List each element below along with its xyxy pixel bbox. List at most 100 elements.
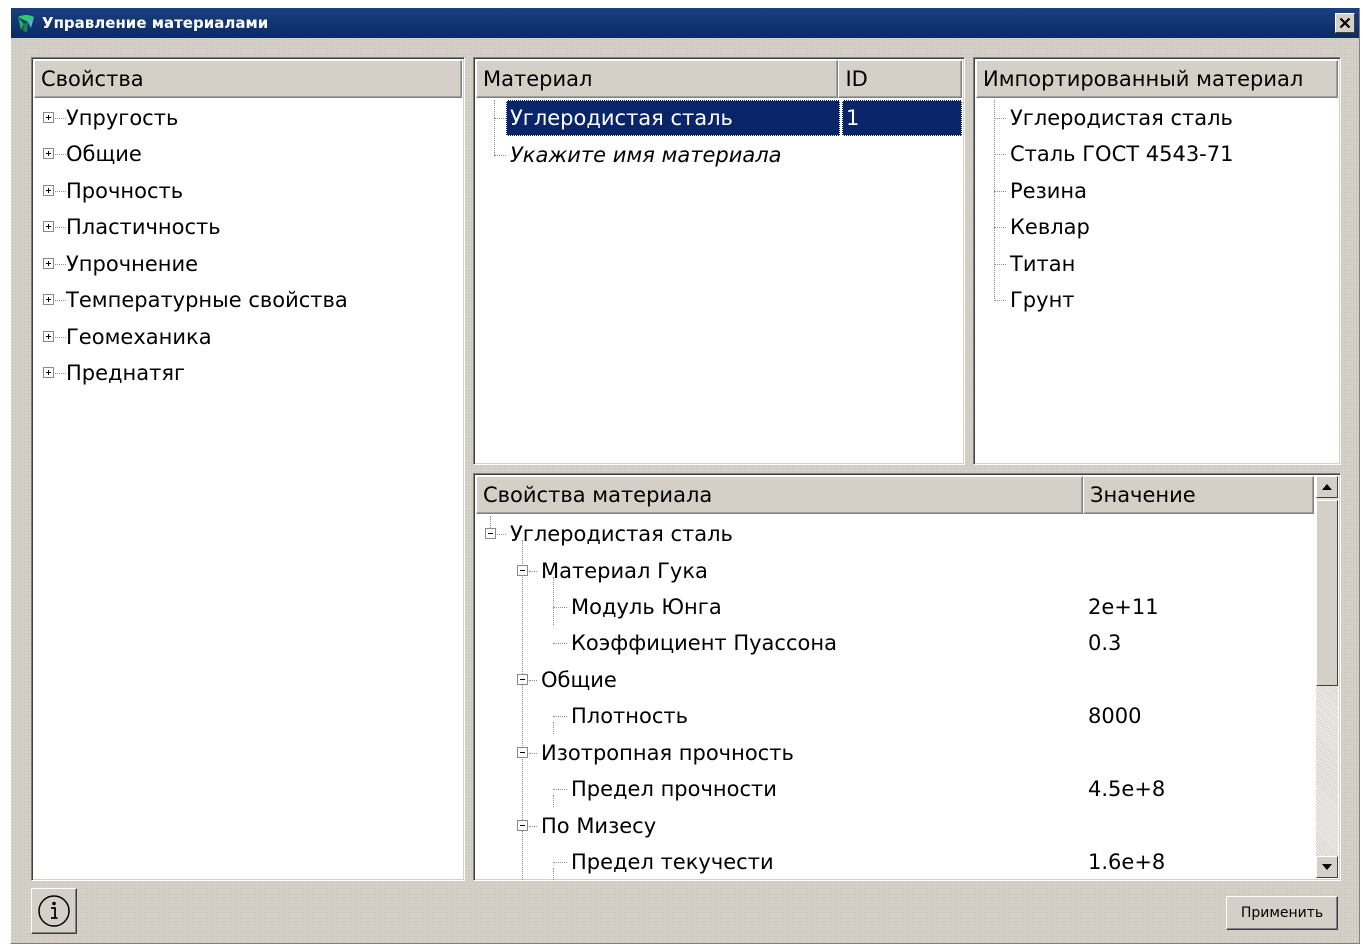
scroll-down-arrow-icon — [1322, 864, 1332, 870]
prop-label: Предел прочности — [571, 777, 777, 801]
material-row[interactable]: Углеродистая сталь 1 — [476, 100, 962, 136]
prop-row-ultimate-strength[interactable]: Предел прочности 4.5e+8 — [476, 771, 1314, 807]
vertical-scrollbar[interactable] — [1316, 476, 1338, 878]
tree-item-plasticity[interactable]: Пластичность — [34, 209, 462, 245]
imported-item[interactable]: Сталь ГОСТ 4543-71 — [976, 136, 1338, 172]
materials-panel: Материал ID Углеродистая сталь 1 Укажите… — [473, 57, 965, 465]
tree-item-label: Температурные свойства — [66, 288, 348, 312]
scroll-down-button[interactable] — [1316, 856, 1338, 878]
minus-expander-icon[interactable] — [517, 820, 528, 831]
imported-materials-list: Углеродистая сталь Сталь ГОСТ 4543-71 Ре… — [976, 100, 1338, 462]
materials-dialog: Управление материалами Свойства Упругост… — [10, 8, 1360, 944]
tree-item-hardening[interactable]: Упрочнение — [34, 246, 462, 282]
materials-list: Углеродистая сталь 1 Укажите имя материа… — [476, 100, 962, 462]
prop-row-poisson[interactable]: Коэффициент Пуассона 0.3 — [476, 625, 1314, 661]
tree-item-strength[interactable]: Прочность — [34, 173, 462, 209]
prop-value[interactable]: 2e+11 — [1088, 589, 1159, 625]
imported-item-label: Кевлар — [1010, 215, 1090, 239]
id-column-header[interactable]: ID — [838, 60, 962, 98]
imported-item[interactable]: Грунт — [976, 282, 1338, 318]
plus-expander-icon[interactable] — [43, 258, 54, 269]
info-button[interactable] — [31, 888, 77, 934]
tree-item-label: Упрочнение — [66, 252, 199, 276]
close-button[interactable] — [1335, 13, 1355, 33]
info-icon — [38, 895, 70, 927]
imported-item[interactable]: Титан — [976, 246, 1338, 282]
apply-button[interactable]: Применить — [1226, 896, 1338, 930]
property-column-header[interactable]: Свойства материала — [476, 476, 1083, 514]
prop-row-hooke[interactable]: Материал Гука — [476, 553, 1314, 589]
prop-row-density[interactable]: Плотность 8000 — [476, 698, 1314, 734]
prop-row-von-mises[interactable]: По Мизесу — [476, 808, 1314, 844]
imported-item[interactable]: Резина — [976, 173, 1338, 209]
prop-value[interactable]: 4.5e+8 — [1088, 771, 1165, 807]
prop-value[interactable]: 0.3 — [1088, 625, 1121, 661]
scroll-up-arrow-icon — [1322, 484, 1332, 490]
prop-label: Коэффициент Пуассона — [571, 631, 837, 655]
scrollbar-thumb[interactable] — [1316, 500, 1338, 686]
prop-label: Общие — [541, 668, 617, 692]
prop-value[interactable]: 1.6e+8 — [1088, 844, 1165, 880]
prop-value[interactable]: 8000 — [1088, 698, 1141, 734]
minus-expander-icon[interactable] — [485, 528, 496, 539]
prop-row-general[interactable]: Общие — [476, 662, 1314, 698]
imported-item-label: Углеродистая сталь — [1010, 106, 1233, 130]
imported-item-label: Сталь ГОСТ 4543-71 — [1010, 142, 1234, 166]
tree-item-pretension[interactable]: Преднатяг — [34, 355, 462, 391]
tree-item-thermal[interactable]: Температурные свойства — [34, 282, 462, 318]
prop-label: Плотность — [571, 704, 689, 728]
material-id: 1 — [842, 100, 962, 136]
plus-expander-icon[interactable] — [43, 367, 54, 378]
prop-row-isotropic-strength[interactable]: Изотропная прочность — [476, 735, 1314, 771]
properties-tree: Упругость Общие Прочность Пластичность У — [34, 100, 462, 878]
imported-item-label: Грунт — [1010, 288, 1075, 312]
plus-expander-icon[interactable] — [43, 185, 54, 196]
prop-label: Модуль Юнга — [571, 595, 722, 619]
plus-expander-icon[interactable] — [43, 112, 54, 123]
prop-row-young-modulus[interactable]: Модуль Юнга 2e+11 — [476, 589, 1314, 625]
window-title: Управление материалами — [42, 14, 269, 32]
tree-item-general[interactable]: Общие — [34, 136, 462, 172]
properties-panel: Свойства Упругость Общие Прочность Пласт… — [31, 57, 465, 881]
title-bar[interactable]: Управление материалами — [11, 8, 1359, 38]
material-properties-panel: Свойства материала Значение Углеродистая… — [473, 473, 1341, 881]
plus-expander-icon[interactable] — [43, 331, 54, 342]
imported-materials-panel: Импортированный материал Углеродистая ст… — [973, 57, 1341, 465]
tree-item-label: Преднатяг — [66, 361, 186, 385]
new-material-placeholder[interactable]: Укажите имя материала — [510, 137, 782, 173]
prop-row-material[interactable]: Углеродистая сталь — [476, 516, 1314, 552]
tree-item-geomechanics[interactable]: Геомеханика — [34, 319, 462, 355]
app-logo-icon — [15, 12, 37, 34]
prop-label: Материал Гука — [541, 559, 708, 583]
material-name: Углеродистая сталь — [506, 100, 840, 136]
close-icon — [1339, 17, 1351, 29]
prop-row-yield-strength[interactable]: Предел текучести 1.6e+8 — [476, 844, 1314, 880]
scroll-up-button[interactable] — [1316, 476, 1338, 498]
tree-item-label: Упругость — [66, 106, 179, 130]
prop-label: Предел текучести — [571, 850, 774, 874]
tree-item-label: Пластичность — [66, 215, 221, 239]
plus-expander-icon[interactable] — [43, 221, 54, 232]
imported-material-header[interactable]: Импортированный материал — [976, 60, 1338, 98]
value-column-header[interactable]: Значение — [1083, 476, 1314, 514]
tree-item-label: Общие — [66, 142, 142, 166]
imported-item-label: Титан — [1010, 252, 1076, 276]
imported-item[interactable]: Кевлар — [976, 209, 1338, 245]
prop-label: Углеродистая сталь — [510, 522, 733, 546]
plus-expander-icon[interactable] — [43, 294, 54, 305]
prop-label: По Мизесу — [541, 814, 657, 838]
tree-item-label: Прочность — [66, 179, 184, 203]
minus-expander-icon[interactable] — [517, 565, 528, 576]
material-properties-tree: Углеродистая сталь Материал Гука Модуль … — [476, 516, 1314, 880]
imported-item[interactable]: Углеродистая сталь — [976, 100, 1338, 136]
properties-header[interactable]: Свойства — [34, 60, 462, 98]
new-material-row[interactable]: Укажите имя материала — [476, 137, 962, 173]
tree-item-elasticity[interactable]: Упругость — [34, 100, 462, 136]
minus-expander-icon[interactable] — [517, 674, 528, 685]
material-column-header[interactable]: Материал — [476, 60, 839, 98]
minus-expander-icon[interactable] — [517, 747, 528, 758]
prop-label: Изотропная прочность — [541, 741, 794, 765]
imported-item-label: Резина — [1010, 179, 1087, 203]
tree-item-label: Геомеханика — [66, 325, 212, 349]
plus-expander-icon[interactable] — [43, 148, 54, 159]
